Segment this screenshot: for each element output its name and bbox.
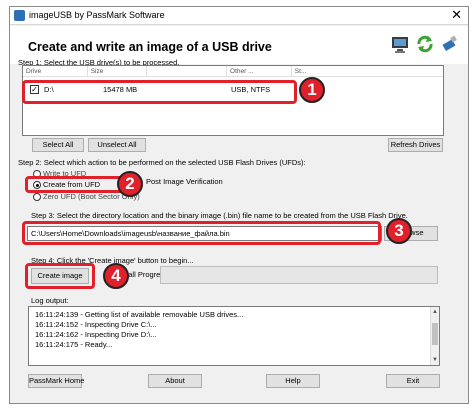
column-size[interactable]: Size: [88, 66, 148, 77]
highlight-path-field: [22, 221, 381, 245]
usb-app-icon: [14, 10, 25, 21]
log-scrollbar[interactable]: ▲ ▼: [430, 307, 439, 365]
scroll-down-icon[interactable]: ▼: [431, 356, 439, 364]
scroll-thumb[interactable]: [432, 323, 438, 345]
refresh-drives-button[interactable]: Refresh Drives: [388, 138, 443, 152]
highlight-create-button: [25, 263, 95, 289]
window-title: imageUSB by PassMark Software: [29, 10, 165, 20]
about-button[interactable]: About: [148, 374, 202, 388]
step2-label: Step 2: Select which action to be perfor…: [18, 158, 306, 167]
log-label: Log output:: [31, 296, 69, 305]
column-blank[interactable]: [147, 66, 228, 77]
log-line: 16:11:24:152 - Inspecting Drive C:\...: [35, 320, 157, 329]
step-badge-1: 1: [299, 77, 325, 103]
exit-button[interactable]: Exit: [386, 374, 440, 388]
step-badge-2: 2: [117, 171, 143, 197]
close-icon[interactable]: ✕: [451, 7, 462, 23]
drive-list-header: Drive Size Other ... St...: [23, 66, 443, 77]
computer-icon: [392, 37, 408, 53]
select-all-button[interactable]: Select All: [32, 138, 84, 152]
page-title: Create and write an image of a USB drive: [28, 40, 272, 54]
step-badge-3: 3: [386, 218, 412, 244]
log-output[interactable]: 16:11:24:139 - Getting list of available…: [28, 306, 440, 366]
overall-progress-bar: [160, 266, 438, 284]
post-image-verification-label[interactable]: Post Image Verification: [146, 177, 223, 186]
scroll-up-icon[interactable]: ▲: [431, 308, 439, 316]
title-bar: imageUSB by PassMark Software ✕: [10, 7, 468, 25]
log-line: 16:11:24:139 - Getting list of available…: [35, 310, 244, 319]
step-badge-4: 4: [103, 263, 129, 289]
column-other[interactable]: Other ...: [227, 66, 292, 77]
highlight-create-option: [25, 176, 128, 193]
usb-drive-icon: [442, 35, 457, 51]
radio-zero-ufd[interactable]: [33, 193, 41, 201]
passmark-home-button[interactable]: PassMark Home: [28, 374, 84, 388]
refresh-arrows-icon: [417, 35, 433, 53]
help-button[interactable]: Help: [266, 374, 320, 388]
column-status[interactable]: St...: [292, 66, 443, 77]
highlight-drive-row: [22, 80, 297, 104]
unselect-all-button[interactable]: Unselect All: [88, 138, 146, 152]
log-line: 16:11:24:162 - Inspecting Drive D:\...: [35, 330, 157, 339]
log-line: 16:11:24:175 - Ready...: [35, 340, 113, 349]
column-drive[interactable]: Drive: [23, 66, 88, 77]
step3-label: Step 3: Select the directory location an…: [31, 211, 408, 220]
